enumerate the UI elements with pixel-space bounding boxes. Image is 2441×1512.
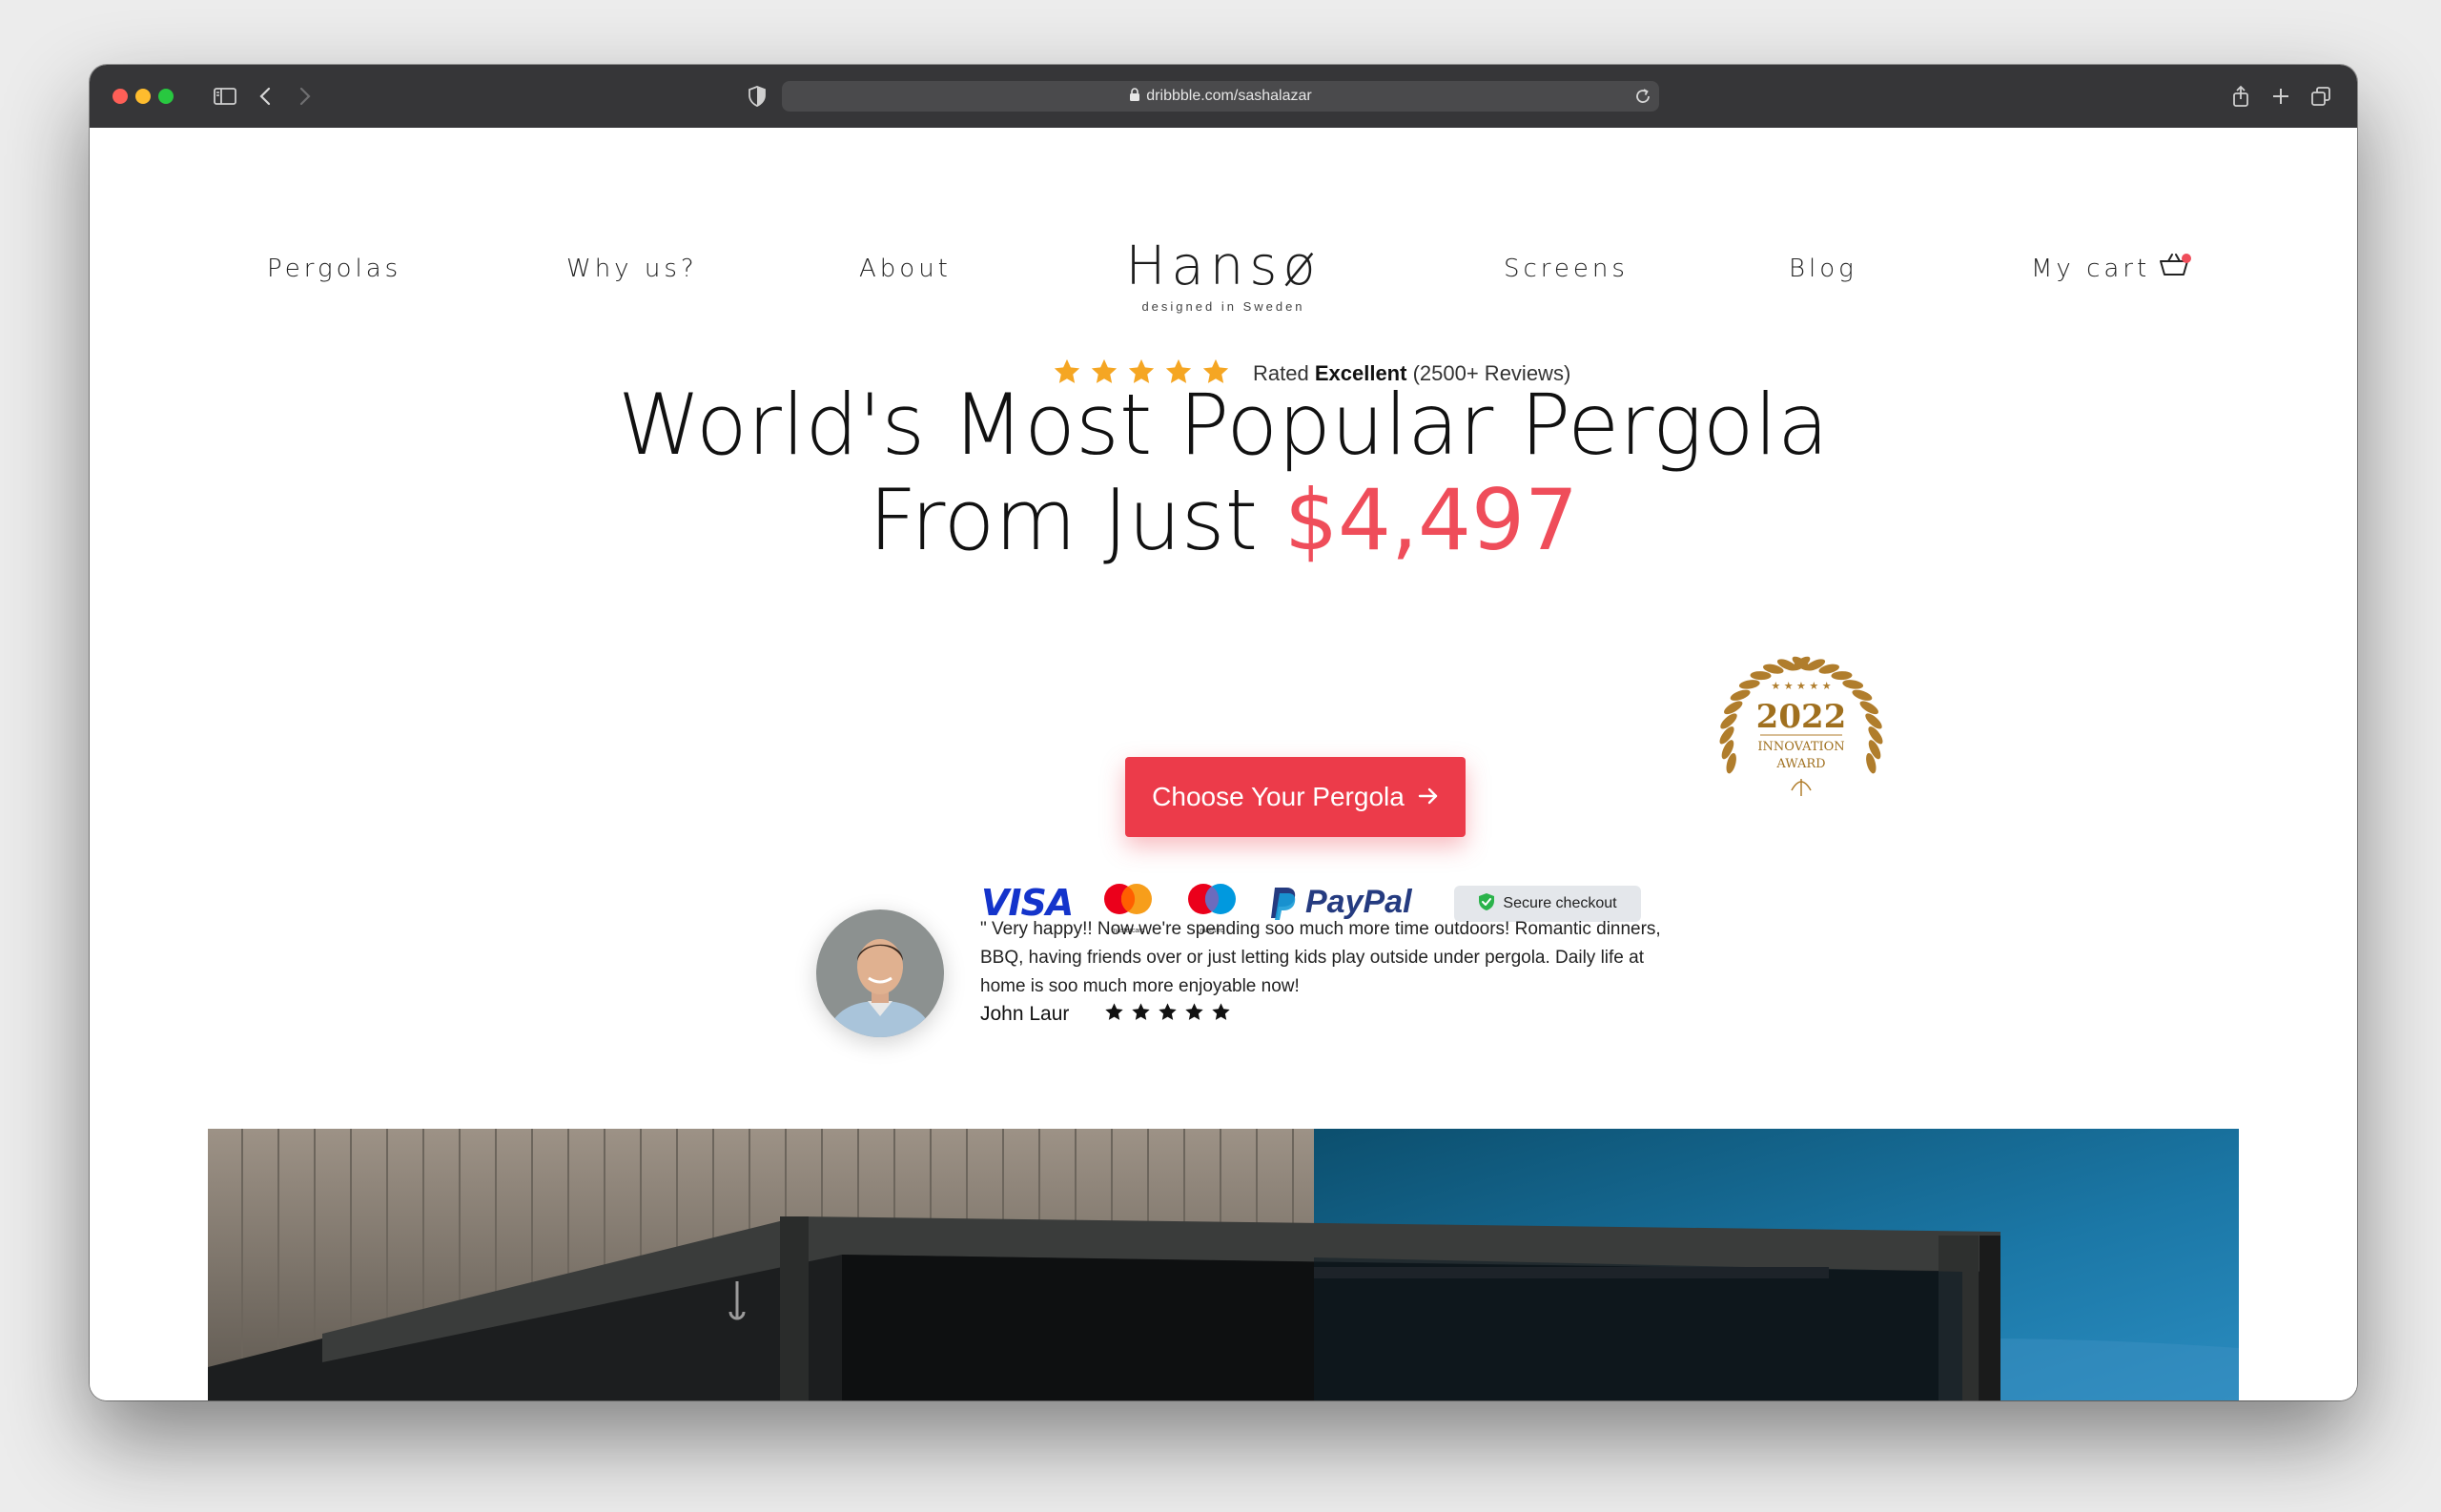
logo-wordmark: Hansø bbox=[1125, 235, 1322, 297]
price-text: $4,497 bbox=[1284, 471, 1578, 569]
arrow-right-icon bbox=[1418, 782, 1439, 812]
lock-icon bbox=[1129, 87, 1140, 106]
nav-link-why-us[interactable]: Why us? bbox=[566, 255, 698, 283]
star-icon bbox=[1211, 1002, 1231, 1027]
reviewer-name: John Laur bbox=[980, 1003, 1070, 1025]
sidebar-toggle-icon[interactable] bbox=[212, 83, 238, 110]
nav-link-screens[interactable]: Screens bbox=[1504, 255, 1629, 283]
shield-check-icon bbox=[1478, 892, 1495, 916]
close-window-button[interactable] bbox=[113, 89, 128, 104]
landing-page: Pergolas Why us? About Hansø designed in… bbox=[90, 128, 2357, 1400]
star-icon bbox=[1131, 1002, 1151, 1027]
reviewer-avatar bbox=[816, 909, 944, 1037]
reload-icon[interactable] bbox=[1634, 88, 1651, 110]
award-line-1: INNOVATION bbox=[1757, 740, 1844, 754]
nav-link-about[interactable]: About bbox=[859, 255, 952, 283]
address-bar[interactable]: dribbble.com/sashalazar bbox=[782, 81, 1659, 112]
nav-link-blog[interactable]: Blog bbox=[1789, 255, 1857, 283]
minimize-window-button[interactable] bbox=[135, 89, 151, 104]
browser-window: dribbble.com/sashalazar Pergolas Why us?… bbox=[90, 65, 2357, 1400]
headline-line-2: From Just $4,497 bbox=[471, 473, 1976, 568]
share-icon[interactable] bbox=[2227, 83, 2254, 110]
logo-tagline: designed in Sweden bbox=[1141, 299, 1305, 314]
pergola-hero-image bbox=[208, 1129, 2239, 1400]
reviewer-stars bbox=[1104, 1002, 1231, 1027]
testimonial-quote: " Very happy!! Now we're spending soo mu… bbox=[980, 919, 1661, 996]
zoom-window-button[interactable] bbox=[158, 89, 174, 104]
choose-pergola-button[interactable]: Choose Your Pergola bbox=[1125, 757, 1466, 837]
headline-from-text: From Just bbox=[869, 471, 1259, 569]
nav-link-pergolas[interactable]: Pergolas bbox=[267, 255, 401, 283]
privacy-shield-icon[interactable] bbox=[744, 83, 770, 110]
nav-link-my-cart[interactable]: My cart bbox=[2031, 255, 2150, 283]
cta-label: Choose Your Pergola bbox=[1152, 782, 1405, 811]
secure-checkout-text: Secure checkout bbox=[1503, 895, 1617, 911]
back-arrow-icon[interactable] bbox=[252, 83, 278, 110]
brand-logo[interactable]: Hansø designed in Sweden bbox=[1117, 235, 1330, 315]
cart-count-badge bbox=[2182, 254, 2191, 263]
browser-titlebar: dribbble.com/sashalazar bbox=[90, 65, 2357, 128]
new-tab-plus-icon[interactable] bbox=[2267, 83, 2294, 110]
hero-headline: World's Most Popular Pergola From Just $… bbox=[471, 378, 1976, 568]
star-icon bbox=[1104, 1002, 1124, 1027]
award-line-2: AWARD bbox=[1775, 757, 1825, 771]
star-icon bbox=[1184, 1002, 1204, 1027]
forward-arrow-icon[interactable] bbox=[292, 83, 318, 110]
svg-text:★ ★ ★ ★ ★: ★ ★ ★ ★ ★ bbox=[1771, 680, 1831, 692]
innovation-award-badge: ★ ★ ★ ★ ★ 2022 INNOVATION AWARD bbox=[1711, 647, 1892, 828]
star-icon bbox=[1158, 1002, 1178, 1027]
headline-line-1: World's Most Popular Pergola bbox=[618, 376, 1829, 474]
tab-overview-icon[interactable] bbox=[2308, 83, 2334, 110]
award-year: 2022 bbox=[1756, 698, 1847, 736]
url-text: dribbble.com/sashalazar bbox=[1146, 88, 1312, 104]
